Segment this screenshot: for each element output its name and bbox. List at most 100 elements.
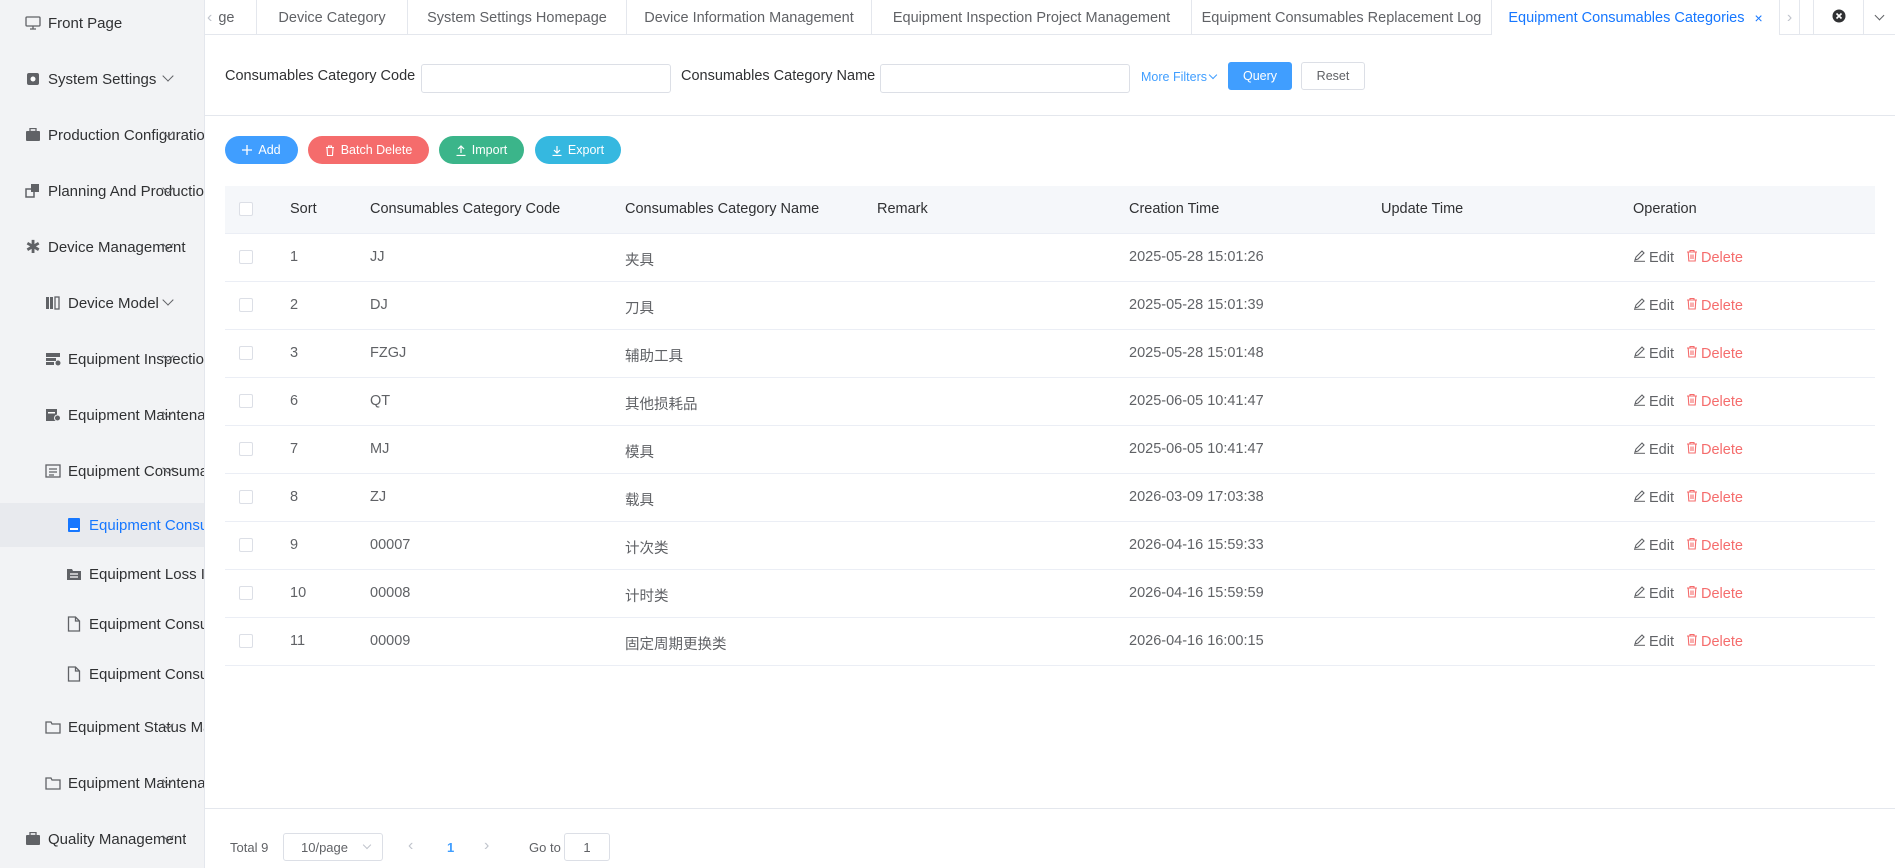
briefcase-icon — [24, 830, 42, 848]
sidebar-item-production-configuration[interactable]: Production Configuration — [0, 115, 204, 155]
row-checkbox[interactable] — [239, 442, 253, 456]
row-checkbox[interactable] — [239, 586, 253, 600]
delete-button[interactable]: Delete — [1686, 297, 1743, 314]
goto-page-input[interactable] — [564, 833, 610, 861]
tab-device-category[interactable]: Device Category — [257, 0, 408, 35]
tab-equipment-consumables-replacement-log[interactable]: Equipment Consumables Replacement Log — [1192, 0, 1492, 35]
sidebar-item-system-settings[interactable]: System Settings — [0, 59, 204, 99]
row-checkbox[interactable] — [239, 490, 253, 504]
cell-name: 计时类 — [625, 589, 669, 605]
total-count: Total 9 — [230, 840, 269, 855]
sidebar-item-label: Equipment Consumables — [68, 462, 204, 480]
category-code-input[interactable] — [421, 64, 671, 93]
tab-label: Equipment Consumables Categories — [1508, 9, 1745, 26]
sidebar-item-planning-and-production[interactable]: Planning And Production — [0, 171, 204, 211]
tab-label-partial: ge — [218, 9, 235, 26]
sidebar-item-equipment-maintenance[interactable]: Equipment Maintenance — [0, 395, 204, 435]
delete-button[interactable]: Delete — [1686, 393, 1743, 410]
batch-delete-button[interactable]: Batch Delete — [308, 136, 429, 164]
edit-button[interactable]: Edit — [1633, 297, 1674, 314]
close-icon[interactable]: × — [1754, 10, 1762, 26]
add-button-label: Add — [258, 143, 281, 157]
header-sort[interactable]: Sort — [290, 201, 317, 217]
sidebar-item-equipment-status-management[interactable]: Equipment Status Management — [0, 707, 204, 747]
edit-label: Edit — [1649, 393, 1674, 410]
folder-icon — [44, 774, 62, 792]
trash-icon — [1686, 297, 1701, 314]
delete-button[interactable]: Delete — [1686, 249, 1743, 266]
cell-code: 00009 — [370, 633, 411, 649]
delete-label: Delete — [1701, 345, 1743, 362]
sidebar-item-equipment-consumables-a[interactable]: Equipment Consumables — [0, 604, 204, 644]
edit-button[interactable]: Edit — [1633, 441, 1674, 458]
edit-label: Edit — [1649, 345, 1674, 362]
tab-system-settings-homepage[interactable]: System Settings Homepage — [408, 0, 627, 35]
edit-button[interactable]: Edit — [1633, 393, 1674, 410]
sidebar-item-quality-management[interactable]: Quality Management — [0, 819, 204, 859]
row-checkbox[interactable] — [239, 346, 253, 360]
sidebar-item-equipment-consumables[interactable]: Equipment Consumables — [0, 451, 204, 491]
next-page-button[interactable]: › — [484, 837, 489, 855]
tab-equipment-consumables-categories[interactable]: Equipment Consumables Categories × — [1492, 0, 1780, 35]
row-checkbox[interactable] — [239, 250, 253, 264]
delete-button[interactable]: Delete — [1686, 441, 1743, 458]
query-button[interactable]: Query — [1228, 62, 1292, 90]
edit-button[interactable]: Edit — [1633, 537, 1674, 554]
add-button[interactable]: Add — [225, 136, 298, 164]
header-remark: Remark — [877, 201, 928, 217]
edit-button[interactable]: Edit — [1633, 249, 1674, 266]
delete-button[interactable]: Delete — [1686, 537, 1743, 554]
header-code: Consumables Category Code — [370, 201, 561, 217]
sidebar-item-equipment-consumables-b[interactable]: Equipment Consumables — [0, 654, 204, 694]
category-name-input[interactable] — [880, 64, 1130, 93]
select-all-checkbox[interactable] — [239, 202, 253, 216]
inspection-icon — [44, 350, 62, 368]
tab-device-information-management[interactable]: Device Information Management — [627, 0, 872, 35]
cell-creation-time: 2025-05-28 15:01:26 — [1129, 249, 1264, 265]
tab-scroll-left[interactable]: ‹ ge — [205, 0, 257, 35]
table-row: 6 QT 其他损耗品 2025-06-05 10:41:47 Edit Delete — [225, 378, 1875, 426]
tab-scroll-right[interactable]: › — [1780, 0, 1800, 35]
chevron-down-icon — [162, 70, 174, 82]
reset-button[interactable]: Reset — [1301, 62, 1365, 90]
prev-page-button[interactable]: ‹ — [408, 837, 413, 855]
table-row: 7 MJ 模具 2025-06-05 10:41:47 Edit Delete — [225, 426, 1875, 474]
delete-button[interactable]: Delete — [1686, 489, 1743, 506]
row-checkbox[interactable] — [239, 394, 253, 408]
cell-creation-time: 2025-06-05 10:41:47 — [1129, 441, 1264, 457]
delete-button[interactable]: Delete — [1686, 633, 1743, 650]
more-filters-link[interactable]: More Filters — [1141, 70, 1218, 84]
folder-list-icon — [65, 565, 83, 583]
sidebar-item-label: Equipment Consumables Categories — [89, 516, 205, 534]
edit-button[interactable]: Edit — [1633, 633, 1674, 650]
sidebar-item-equipment-inspection[interactable]: Equipment Inspection — [0, 339, 204, 379]
tab-equipment-inspection-project-management[interactable]: Equipment Inspection Project Management — [872, 0, 1192, 35]
delete-label: Delete — [1701, 489, 1743, 506]
sidebar-item-equipment-maintenance-2[interactable]: Equipment Maintenance — [0, 763, 204, 803]
tabs-dropdown-button[interactable] — [1864, 0, 1895, 35]
header-update-time: Update Time — [1381, 201, 1464, 217]
sidebar-item-equipment-consumables-categories[interactable]: Equipment Consumables Categories — [0, 503, 205, 547]
sidebar-item-front-page[interactable]: Front Page — [0, 3, 204, 43]
edit-label: Edit — [1649, 537, 1674, 554]
sidebar-item-equipment-loss-items[interactable]: Equipment Loss Items — [0, 554, 204, 594]
sidebar-item-device-model[interactable]: Device Model — [0, 283, 204, 323]
monitor-icon — [24, 14, 42, 32]
edit-button[interactable]: Edit — [1633, 489, 1674, 506]
row-checkbox[interactable] — [239, 298, 253, 312]
page-number-current[interactable]: 1 — [447, 840, 454, 855]
page-size-select[interactable]: 10/page — [283, 833, 383, 861]
tab-label: Equipment Inspection Project Management — [892, 9, 1171, 26]
close-all-tabs-button[interactable] — [1813, 0, 1864, 35]
import-button[interactable]: Import — [439, 136, 524, 164]
edit-button[interactable]: Edit — [1633, 585, 1674, 602]
export-button[interactable]: Export — [535, 136, 621, 164]
row-checkbox[interactable] — [239, 538, 253, 552]
trash-icon — [1686, 345, 1701, 362]
delete-button[interactable]: Delete — [1686, 345, 1743, 362]
row-checkbox[interactable] — [239, 634, 253, 648]
delete-button[interactable]: Delete — [1686, 585, 1743, 602]
sidebar-item-device-management[interactable]: ✱ Device Management — [0, 227, 204, 267]
edit-button[interactable]: Edit — [1633, 345, 1674, 362]
category-code-label: Consumables Category Code — [225, 68, 416, 84]
